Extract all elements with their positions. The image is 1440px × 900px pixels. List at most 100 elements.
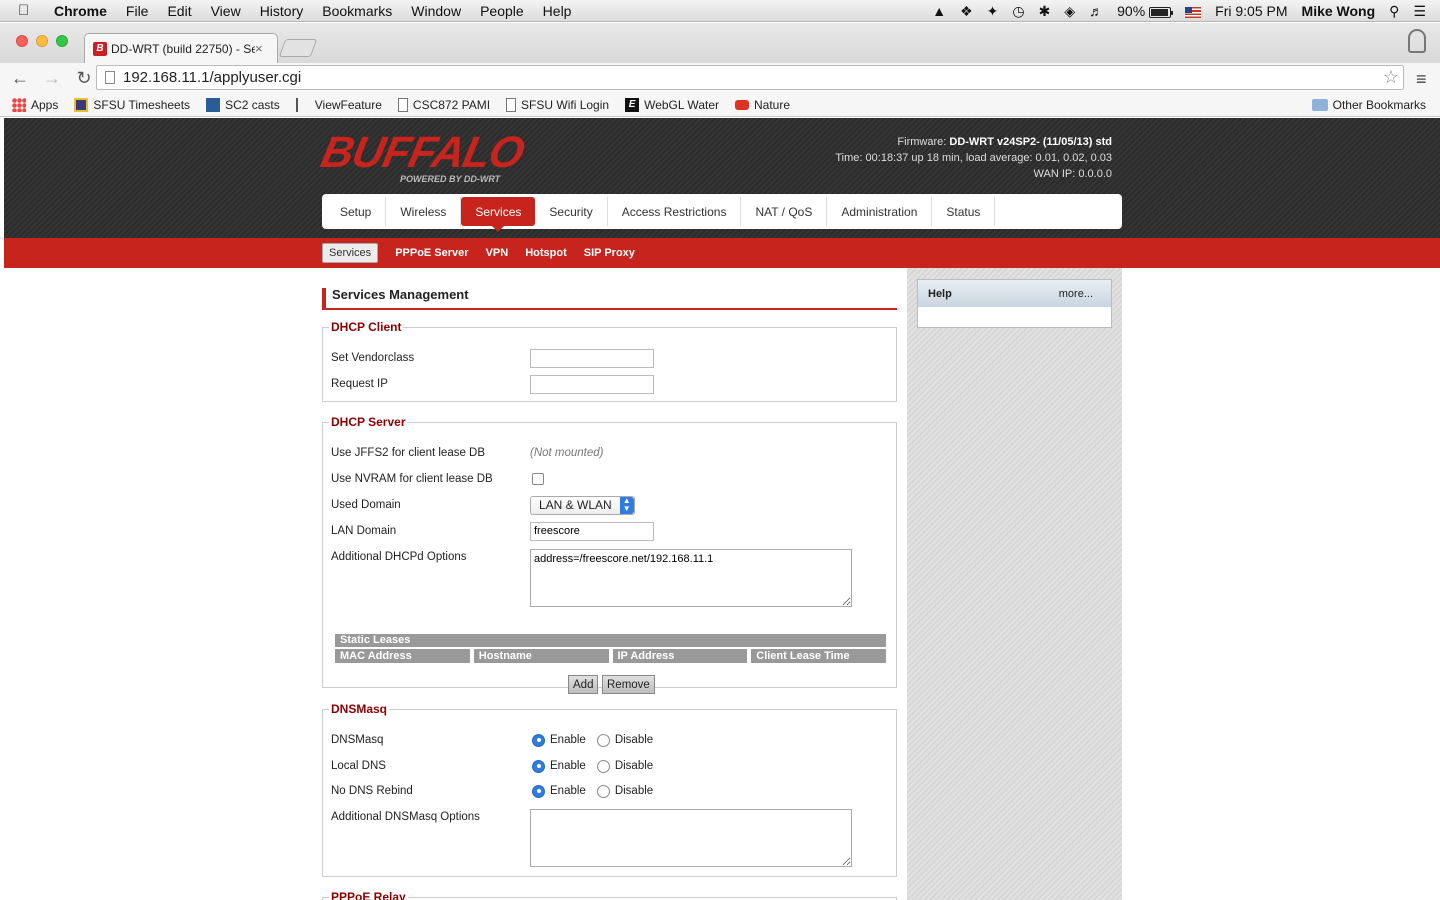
user-name[interactable]: Mike Wong [1302, 3, 1376, 19]
sc2-icon [206, 97, 221, 112]
tab-wireless[interactable]: Wireless [386, 197, 462, 226]
tab-status[interactable]: Status [932, 197, 996, 226]
col-client-lease-time: Client Lease Time [751, 649, 886, 663]
volume-icon[interactable]: ♬ [1089, 3, 1103, 19]
tab-services[interactable]: Services [461, 197, 536, 232]
tab-nat-qos[interactable]: NAT / QoS [741, 197, 828, 226]
no-dns-rebind-enable-radio[interactable] [532, 784, 545, 798]
jffs2-status: (Not mounted) [530, 447, 604, 459]
dnsmasq-legend: DNSMasq [331, 702, 388, 716]
flag-icon[interactable] [1185, 3, 1202, 19]
battery-icon[interactable] [1149, 3, 1174, 19]
drive-icon[interactable]: ▲ [932, 3, 946, 19]
chrome-menu-icon[interactable]: ≡ [1416, 69, 1430, 90]
profile-icon[interactable] [1408, 29, 1426, 53]
system-info: Firmware: DD-WRT v24SP2- (11/05/13) std … [835, 136, 1112, 180]
page-icon [105, 71, 115, 84]
local-dns-disable-radio[interactable] [596, 759, 610, 773]
bookmark-csc872[interactable]: CSC872 PAMI [397, 97, 490, 112]
url-text[interactable]: 192.168.11.1/applyuser.cgi [123, 69, 1379, 86]
subtab-hotspot[interactable]: Hotspot [525, 247, 567, 259]
bookmarks-bar: Apps SFSU Timesheets SC2 casts ViewFeatu… [0, 93, 1440, 117]
bookmark-star-icon[interactable]: ☆ [1379, 67, 1403, 88]
bookmark-webgl-water[interactable]: E WebGL Water [625, 97, 719, 112]
remove-lease-button[interactable]: Remove [602, 675, 655, 694]
menu-help[interactable]: Help [543, 3, 572, 19]
menu-history[interactable]: History [260, 3, 304, 19]
reload-icon[interactable]: ↻ [72, 68, 96, 89]
nvram-checkbox[interactable] [532, 473, 544, 485]
vendorclass-input[interactable] [530, 348, 654, 368]
subtab-sip-proxy[interactable]: SIP Proxy [584, 247, 635, 259]
dnsmasq-enable-radio[interactable] [532, 733, 545, 747]
battery-percent[interactable]: 90% [1117, 3, 1145, 19]
uptime: 00:18:37 up 18 min, load average: 0.01, … [865, 152, 1112, 164]
spotlight-icon[interactable]: ⚲ [1389, 3, 1399, 20]
bookmark-apps[interactable]: Apps [12, 97, 58, 112]
subtab-vpn[interactable]: VPN [486, 247, 509, 259]
dnsmasq-disable-radio[interactable] [596, 733, 610, 747]
dnsmasq-label: DNSMasq [331, 734, 384, 746]
bookmark-sfsu-wifi[interactable]: SFSU Wifi Login [506, 97, 609, 112]
address-bar[interactable]: 192.168.11.1/applyuser.cgi ☆ [96, 65, 1404, 90]
dhcp-server-legend: DHCP Server [331, 415, 406, 429]
minimize-window-button[interactable] [36, 35, 48, 47]
tab-strip: B DD-WRT (build 22750) - Se × [0, 23, 1440, 63]
local-dns-label: Local DNS [331, 760, 386, 772]
bookmark-nature[interactable]: Nature [735, 98, 790, 112]
clock[interactable]: Fri 9:05 PM [1215, 3, 1287, 19]
ddwrt-favicon-icon: B [93, 41, 107, 56]
bookmark-viewfeature[interactable]: ViewFeature [295, 97, 382, 112]
zoom-window-button[interactable] [56, 35, 68, 47]
local-dns-enable-radio[interactable] [532, 759, 545, 773]
menu-bookmarks[interactable]: Bookmarks [322, 3, 392, 19]
menu-app-chrome[interactable]: Chrome [54, 3, 107, 19]
notification-center-icon[interactable]: ☰ [1413, 3, 1426, 20]
tab-setup[interactable]: Setup [326, 197, 387, 226]
dnsmasq-options-label: Additional DNSMasq Options [331, 811, 480, 823]
bookmark-sfsu-timesheets[interactable]: SFSU Timesheets [74, 97, 190, 112]
apple-icon[interactable]:  [18, 2, 40, 19]
firmware-version: DD-WRT v24SP2- (11/05/13) std [949, 136, 1112, 148]
menu-window[interactable]: Window [411, 3, 461, 19]
no-dns-rebind-label: No DNS Rebind [331, 785, 413, 797]
used-domain-select[interactable]: LAN & WLAN ▲ ▼ [530, 495, 635, 515]
back-arrow-icon[interactable]: ← [8, 68, 32, 89]
forward-arrow-icon[interactable]: → [40, 68, 64, 89]
tab-security[interactable]: Security [535, 197, 608, 226]
logo-tagline: POWERED BY DD-WRT [400, 174, 501, 184]
dropbox-icon[interactable]: ❖ [960, 3, 973, 20]
bluetooth-icon[interactable]: ✱ [1039, 3, 1051, 20]
other-bookmarks[interactable]: Other Bookmarks [1311, 98, 1426, 112]
time-machine-icon[interactable]: ◷ [1012, 3, 1024, 20]
lan-domain-input[interactable] [530, 521, 654, 541]
col-ip-address: IP Address [612, 649, 748, 663]
buffalo-logo: BUFFALO POWERED BY DD-WRT [317, 128, 528, 184]
menu-view[interactable]: View [211, 3, 241, 19]
wifi-icon[interactable]: ◈ [1064, 3, 1075, 20]
request-ip-input[interactable] [530, 374, 654, 394]
menu-people[interactable]: People [480, 3, 524, 19]
bird-icon[interactable]: ✦ [987, 3, 999, 20]
menu-edit[interactable]: Edit [167, 3, 191, 19]
menu-file[interactable]: File [126, 3, 149, 19]
dhcpd-options-textarea[interactable]: address=/freescore.net/192.168.11.1 [530, 549, 852, 607]
subtab-pppoe-server[interactable]: PPPoE Server [395, 247, 468, 259]
wan-ip: 0.0.0.0 [1078, 168, 1112, 180]
bookmark-sc2-casts[interactable]: SC2 casts [206, 97, 280, 112]
subtab-services[interactable]: Services [322, 243, 379, 263]
no-dns-rebind-disable-radio[interactable] [596, 784, 610, 798]
web-page: BUFFALO POWERED BY DD-WRT Firmware: DD-W… [4, 118, 1440, 900]
viewfeature-icon [295, 97, 310, 112]
tab-administration[interactable]: Administration [827, 197, 933, 226]
col-mac-address: MAC Address [335, 649, 470, 663]
add-lease-button[interactable]: Add [568, 675, 599, 694]
dnsmasq-options-textarea[interactable] [530, 809, 852, 867]
tab-close-icon[interactable]: × [255, 41, 269, 56]
browser-tab[interactable]: B DD-WRT (build 22750) - Se × [84, 33, 278, 63]
tab-access-restrictions[interactable]: Access Restrictions [608, 197, 742, 226]
help-more-link[interactable]: more... [1059, 288, 1093, 300]
close-window-button[interactable] [16, 35, 28, 47]
new-tab-button[interactable] [278, 39, 318, 57]
lan-domain-label: LAN Domain [331, 525, 397, 537]
